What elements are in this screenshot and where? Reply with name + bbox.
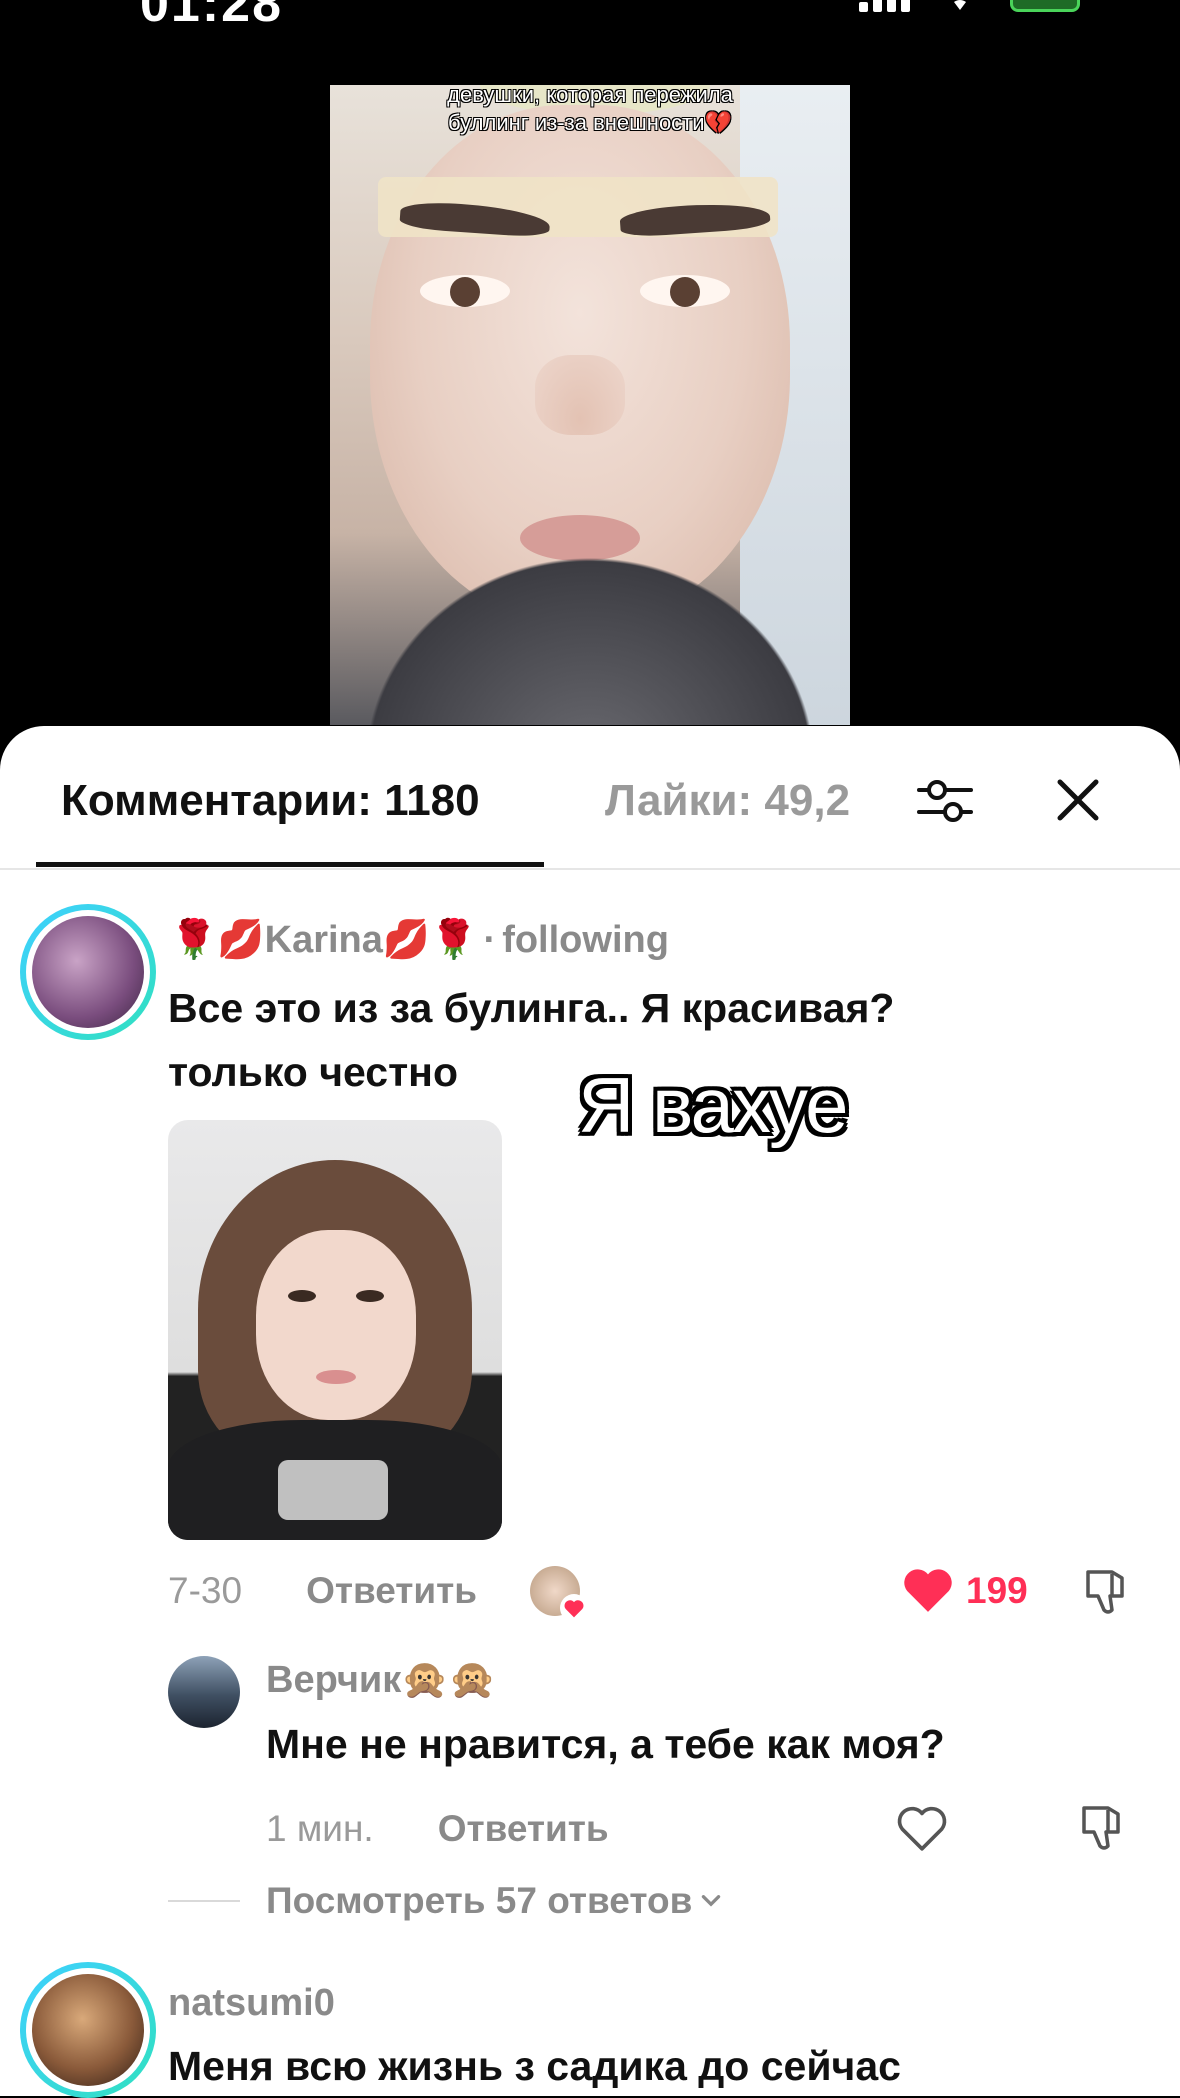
comment-meta: 7-30 Ответить [168,1570,477,1612]
comment-username[interactable]: natsumi0 [168,1982,335,2025]
comment-photo[interactable] [168,1120,502,1540]
video-preview[interactable]: девушки, которая пережила буллинг из-за … [330,85,850,725]
tab-comments[interactable]: Комментарии: 1180 [61,776,480,826]
reply-username[interactable]: Верчик🙊🙊 [266,1658,496,1702]
reply-meta: 1 мин. Ответить [266,1808,609,1850]
status-time: 01:28 [140,0,283,33]
chevron-down-icon [702,1895,721,1907]
reply-text: Мне не нравится, а тебе как моя? [266,1721,945,1767]
dislike-icon[interactable] [1080,1566,1132,1618]
creator-liked-avatar [530,1566,588,1622]
comment-date: 7-30 [168,1570,243,1611]
wifi-icon [954,0,966,10]
close-icon[interactable] [1052,774,1104,826]
view-replies-label: Посмотреть 57 ответов [266,1880,693,1921]
dislike-icon[interactable] [1076,1802,1128,1854]
comment-username[interactable]: 🌹💋Karina💋🌹 · following [170,918,669,962]
tab-likes[interactable]: Лайки: 49,2 [605,776,850,826]
tag-separator: · [483,919,497,961]
avatar-karina[interactable] [20,904,156,1040]
view-replies[interactable]: Посмотреть 57 ответов [168,1880,724,1922]
heart-outline-icon[interactable] [896,1804,948,1852]
active-tab-indicator [36,862,544,867]
heart-filled-icon[interactable] [902,1566,954,1614]
status-bar: 01:28 [0,0,1180,40]
sheet-tabs: Комментарии: 1180 Лайки: 49,2 [0,726,1180,870]
overlay-caption: Я вахуе [578,1061,848,1149]
like-count: 199 [966,1570,1028,1611]
reply-date: 1 мин. [266,1808,374,1849]
video-caption: девушки, которая пережила буллинг из-за … [447,85,733,135]
heart-badge-icon [560,1594,588,1622]
filter-sliders-icon[interactable] [915,770,975,830]
reply-button[interactable]: Ответить [306,1570,477,1612]
status-icons [859,0,1080,12]
avatar-verchik[interactable] [168,1656,240,1728]
battery-icon [1010,0,1080,12]
comment-text: Меня всю жизнь з садика до сейчас [168,2043,901,2089]
following-tag: following [502,919,669,961]
avatar-natsumi[interactable] [20,1962,156,2098]
signal-icon [859,0,910,12]
reply-button[interactable]: Ответить [438,1808,609,1850]
